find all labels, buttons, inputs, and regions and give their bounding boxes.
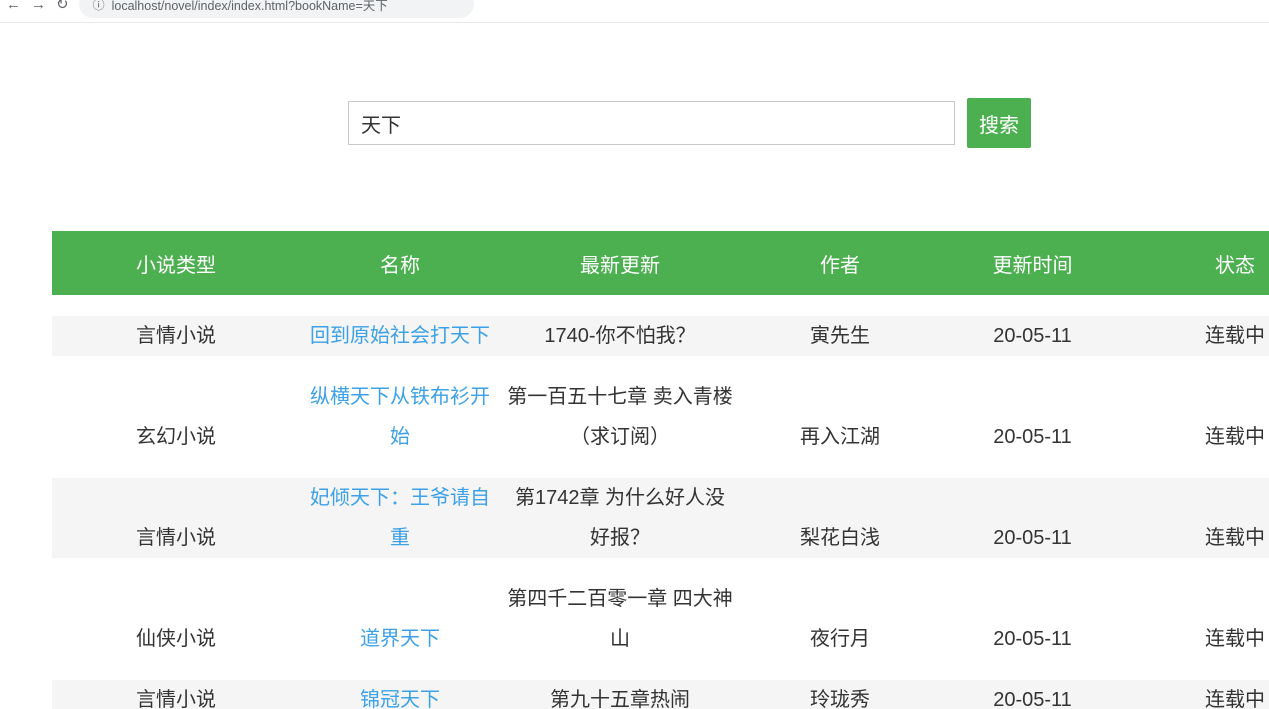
book-title-link[interactable]: 道界天下 xyxy=(360,628,440,650)
book-search-input[interactable] xyxy=(348,101,955,145)
type-cell: 言情小说 xyxy=(52,316,300,356)
url-text: localhost/novel/index/index.html?bookNam… xyxy=(112,0,388,14)
type-cell: 仙侠小说 xyxy=(52,579,300,659)
book-title-link[interactable]: 锦冠天下 xyxy=(360,689,440,709)
table-row: 仙侠小说道界天下 第四千二百零一章 四大神山夜行月20-05-11连载中 xyxy=(52,579,1269,659)
name-cell: 道界天下 xyxy=(300,579,500,659)
author-cell: 再入江湖 xyxy=(740,377,940,457)
latest-update-cell: 第一百五十七章 卖入青楼（求订阅） xyxy=(500,377,740,457)
updated-time-cell: 20-05-11 xyxy=(940,478,1125,558)
latest-update-cell: 1740-你不怕我？ xyxy=(500,316,740,356)
name-cell: 纵横天下从铁布衫开始 xyxy=(300,377,500,457)
status-cell: 连载中 xyxy=(1125,316,1269,356)
reload-icon[interactable]: ↻ xyxy=(56,0,69,12)
status-cell: 连载中 xyxy=(1125,377,1269,457)
name-cell: 回到原始社会打天下 xyxy=(300,316,500,356)
name-cell: 妃倾天下：王爷请自重 xyxy=(300,478,500,558)
status-cell: 连载中 xyxy=(1125,579,1269,659)
type-cell: 言情小说 xyxy=(52,478,300,558)
status-cell: 连载中 xyxy=(1125,478,1269,558)
column-header: 小说类型 xyxy=(52,231,300,295)
latest-update-cell: 第1742章 为什么好人没好报？ xyxy=(500,478,740,558)
book-title-link[interactable]: 回到原始社会打天下 xyxy=(310,325,490,347)
info-icon: ⓘ xyxy=(93,0,105,13)
type-cell: 言情小说 xyxy=(52,680,300,709)
column-header: 最新更新 xyxy=(500,231,740,295)
column-header: 作者 xyxy=(740,231,940,295)
back-icon[interactable]: ← xyxy=(6,0,21,12)
column-header: 更新时间 xyxy=(940,231,1125,295)
updated-time-cell: 20-05-11 xyxy=(940,377,1125,457)
browser-bar: ← → ↻ ⓘ localhost/novel/index/index.html… xyxy=(0,0,1269,23)
address-bar[interactable]: ⓘ localhost/novel/index/index.html?bookN… xyxy=(79,0,474,18)
book-title-link[interactable]: 纵横天下从铁布衫开始 xyxy=(310,386,490,448)
table-header-row: 小说类型名称最新更新作者更新时间状态 xyxy=(52,231,1269,295)
table-row: 言情小说回到原始社会打天下 1740-你不怕我？寅先生20-05-11连载中 xyxy=(52,316,1269,356)
latest-update-cell: 第四千二百零一章 四大神山 xyxy=(500,579,740,659)
column-header: 名称 xyxy=(300,231,500,295)
updated-time-cell: 20-05-11 xyxy=(940,316,1125,356)
forward-icon[interactable]: → xyxy=(31,0,46,12)
latest-update-cell: 第九十五章热闹 xyxy=(500,680,740,709)
type-cell: 玄幻小说 xyxy=(52,377,300,457)
author-cell: 夜行月 xyxy=(740,579,940,659)
status-cell: 连载中 xyxy=(1125,680,1269,709)
updated-time-cell: 20-05-11 xyxy=(940,680,1125,709)
results-table: 小说类型名称最新更新作者更新时间状态 言情小说回到原始社会打天下1740-你不怕… xyxy=(52,210,1269,709)
table-row: 玄幻小说纵横天下从铁布衫开始第一百五十七章 卖入青楼（求订阅）再入江湖20-05… xyxy=(52,377,1269,457)
table-row: 言情小说妃倾天下：王爷请自重第1742章 为什么好人没好报？梨花白浅20-05-… xyxy=(52,478,1269,558)
search-button[interactable]: 搜索 xyxy=(967,98,1031,148)
column-header: 状态 xyxy=(1125,231,1269,295)
book-title-link[interactable]: 妃倾天下：王爷请自重 xyxy=(310,487,490,549)
table-row: 言情小说 锦冠天下 第九十五章热闹玲珑秀20-05-11连载中 xyxy=(52,680,1269,709)
author-cell: 玲珑秀 xyxy=(740,680,940,709)
author-cell: 寅先生 xyxy=(740,316,940,356)
author-cell: 梨花白浅 xyxy=(740,478,940,558)
name-cell: 锦冠天下 xyxy=(300,680,500,709)
table-body: 言情小说回到原始社会打天下1740-你不怕我？寅先生20-05-11连载中玄幻小… xyxy=(52,316,1269,709)
updated-time-cell: 20-05-11 xyxy=(940,579,1125,659)
